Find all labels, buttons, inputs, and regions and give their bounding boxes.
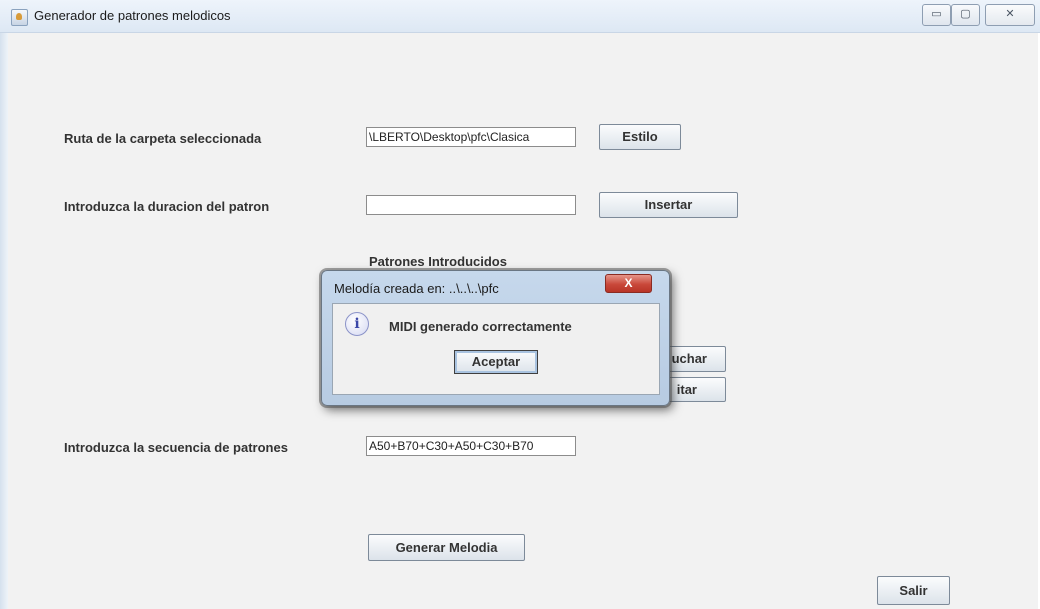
patterns-label: Patrones Introducidos bbox=[369, 254, 507, 269]
minimize-button[interactable]: ▭ bbox=[922, 4, 951, 26]
window-border bbox=[0, 33, 8, 609]
dialog-title: Melodía creada en: ..\..\..\pfc bbox=[334, 281, 499, 296]
success-dialog: Melodía creada en: ..\..\..\pfc X i MIDI… bbox=[321, 270, 670, 406]
dialog-body: i MIDI generado correctamente Aceptar bbox=[332, 303, 660, 395]
style-button[interactable]: Estilo bbox=[599, 124, 681, 150]
close-window-button[interactable]: ✕ bbox=[985, 4, 1035, 26]
insert-button[interactable]: Insertar bbox=[599, 192, 738, 218]
dialog-close-button[interactable]: X bbox=[605, 274, 652, 293]
duration-label: Introduzca la duracion del patron bbox=[64, 199, 270, 214]
sequence-input[interactable]: A50+B70+C30+A50+C30+B70 bbox=[366, 436, 576, 456]
dialog-message: MIDI generado correctamente bbox=[389, 319, 572, 334]
folder-label: Ruta de la carpeta seleccionada bbox=[64, 131, 262, 146]
info-icon: i bbox=[345, 312, 369, 336]
accept-button[interactable]: Aceptar bbox=[454, 350, 538, 374]
generate-melody-button[interactable]: Generar Melodia bbox=[368, 534, 525, 561]
window-title: Generador de patrones melodicos bbox=[34, 8, 231, 23]
maximize-button[interactable]: ▢ bbox=[951, 4, 980, 26]
duration-input[interactable] bbox=[366, 195, 576, 215]
exit-button[interactable]: Salir bbox=[877, 576, 950, 605]
title-bar[interactable]: Generador de patrones melodicos ▭ ▢ ✕ bbox=[0, 0, 1040, 33]
java-app-icon bbox=[11, 9, 28, 26]
folder-path-field[interactable]: \LBERTO\Desktop\pfc\Clasica bbox=[366, 127, 576, 147]
main-window: Generador de patrones melodicos ▭ ▢ ✕ Ru… bbox=[0, 0, 1040, 609]
sequence-label: Introduzca la secuencia de patrones bbox=[64, 440, 288, 455]
